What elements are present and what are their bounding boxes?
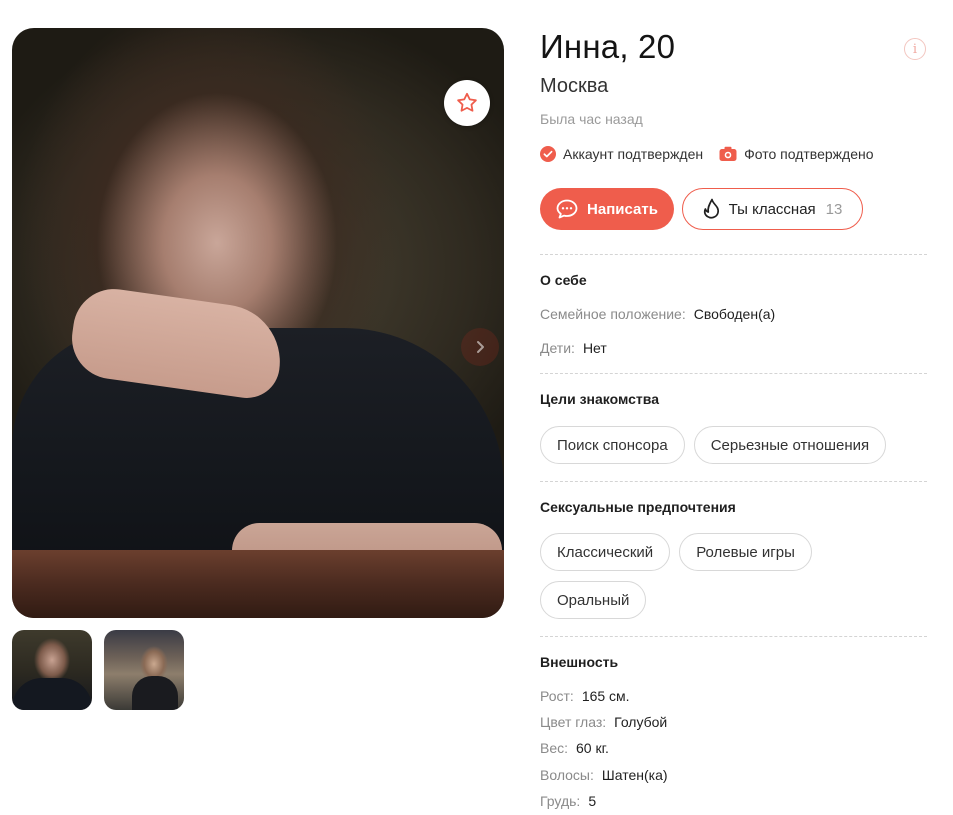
appearance-row-chest: Грудь: 5 [540,793,596,809]
appearance-row-value: 165 см. [581,688,630,704]
preferences-tags: Классический Ролевые игры Оральный [540,533,840,619]
appearance-row-key: Грудь: [540,793,581,809]
favorite-button[interactable] [444,80,490,126]
next-photo-button[interactable] [461,328,499,366]
last-seen-status: Была час назад [540,111,643,127]
appearance-section-title: Внешность [540,654,619,670]
about-row-value: Нет [582,340,607,356]
appearance-row-key: Вес: [540,740,569,756]
goal-tag: Поиск спонсора [540,426,685,464]
photo-thumbnail-1[interactable] [12,630,92,710]
info-icon[interactable]: i [904,38,926,60]
about-section-title: О себе [540,272,587,288]
about-row-value: Свободен(а) [693,306,776,322]
flame-icon [703,198,719,219]
write-message-label: Написать [587,200,658,218]
section-divider [540,254,927,255]
section-divider [540,481,927,482]
about-row-key: Дети: [540,340,575,356]
verification-badges: Аккаунт подтвержден Фото подтверждено [540,146,890,162]
goal-tag: Серьезные отношения [693,426,887,464]
profile-city: Москва [540,75,609,97]
appearance-row-weight: Вес: 60 кг. [540,740,609,756]
profile-name-age: Инна, 20 [540,28,676,65]
chat-bubble-icon [556,199,578,219]
appearance-row-height: Рост: 165 см. [540,688,630,704]
like-label: Ты классная [728,200,816,218]
preference-tag: Классический [540,533,671,571]
like-button[interactable]: Ты классная 13 [682,188,863,230]
appearance-row-key: Цвет глаз: [540,714,607,730]
account-verified-label: Аккаунт подтвержден [563,146,704,162]
appearance-row-value: Голубой [614,714,668,730]
account-verified-badge: Аккаунт подтвержден [540,146,703,162]
preference-tag: Ролевые игры [679,533,812,571]
about-row-children: Дети: Нет [540,340,607,356]
photo-verified-badge: Фото подтверждено [719,146,874,162]
appearance-row-hair: Волосы: Шатен(ка) [540,767,668,783]
photo-thumbnail-2[interactable] [104,630,184,710]
appearance-row-value: 60 кг. [576,740,609,756]
appearance-row-key: Рост: [540,688,574,704]
appearance-row-value: 5 [588,793,597,809]
preference-tag: Оральный [540,581,647,619]
appearance-row-eyes: Цвет глаз: Голубой [540,714,667,730]
about-row-key: Семейное положение: [540,306,686,322]
photo-table-shape [12,550,504,618]
appearance-row-key: Волосы: [540,767,594,783]
goals-section-title: Цели знакомства [540,391,659,407]
camera-icon [719,146,737,161]
appearance-row-value: Шатен(ка) [601,767,668,783]
section-divider [540,636,927,637]
check-circle-icon [540,146,556,162]
section-divider [540,373,927,374]
star-icon [457,92,477,112]
goals-tags: Поиск спонсора Серьезные отношения [540,426,927,464]
photo-verified-label: Фото подтверждено [744,146,874,162]
write-message-button[interactable]: Написать [540,188,674,230]
main-photo[interactable] [12,28,504,618]
like-count: 13 [825,200,843,218]
chevron-right-icon [477,341,484,353]
about-row-marital: Семейное положение: Свободен(а) [540,306,775,322]
preferences-section-title: Сексуальные предпочтения [540,499,736,515]
